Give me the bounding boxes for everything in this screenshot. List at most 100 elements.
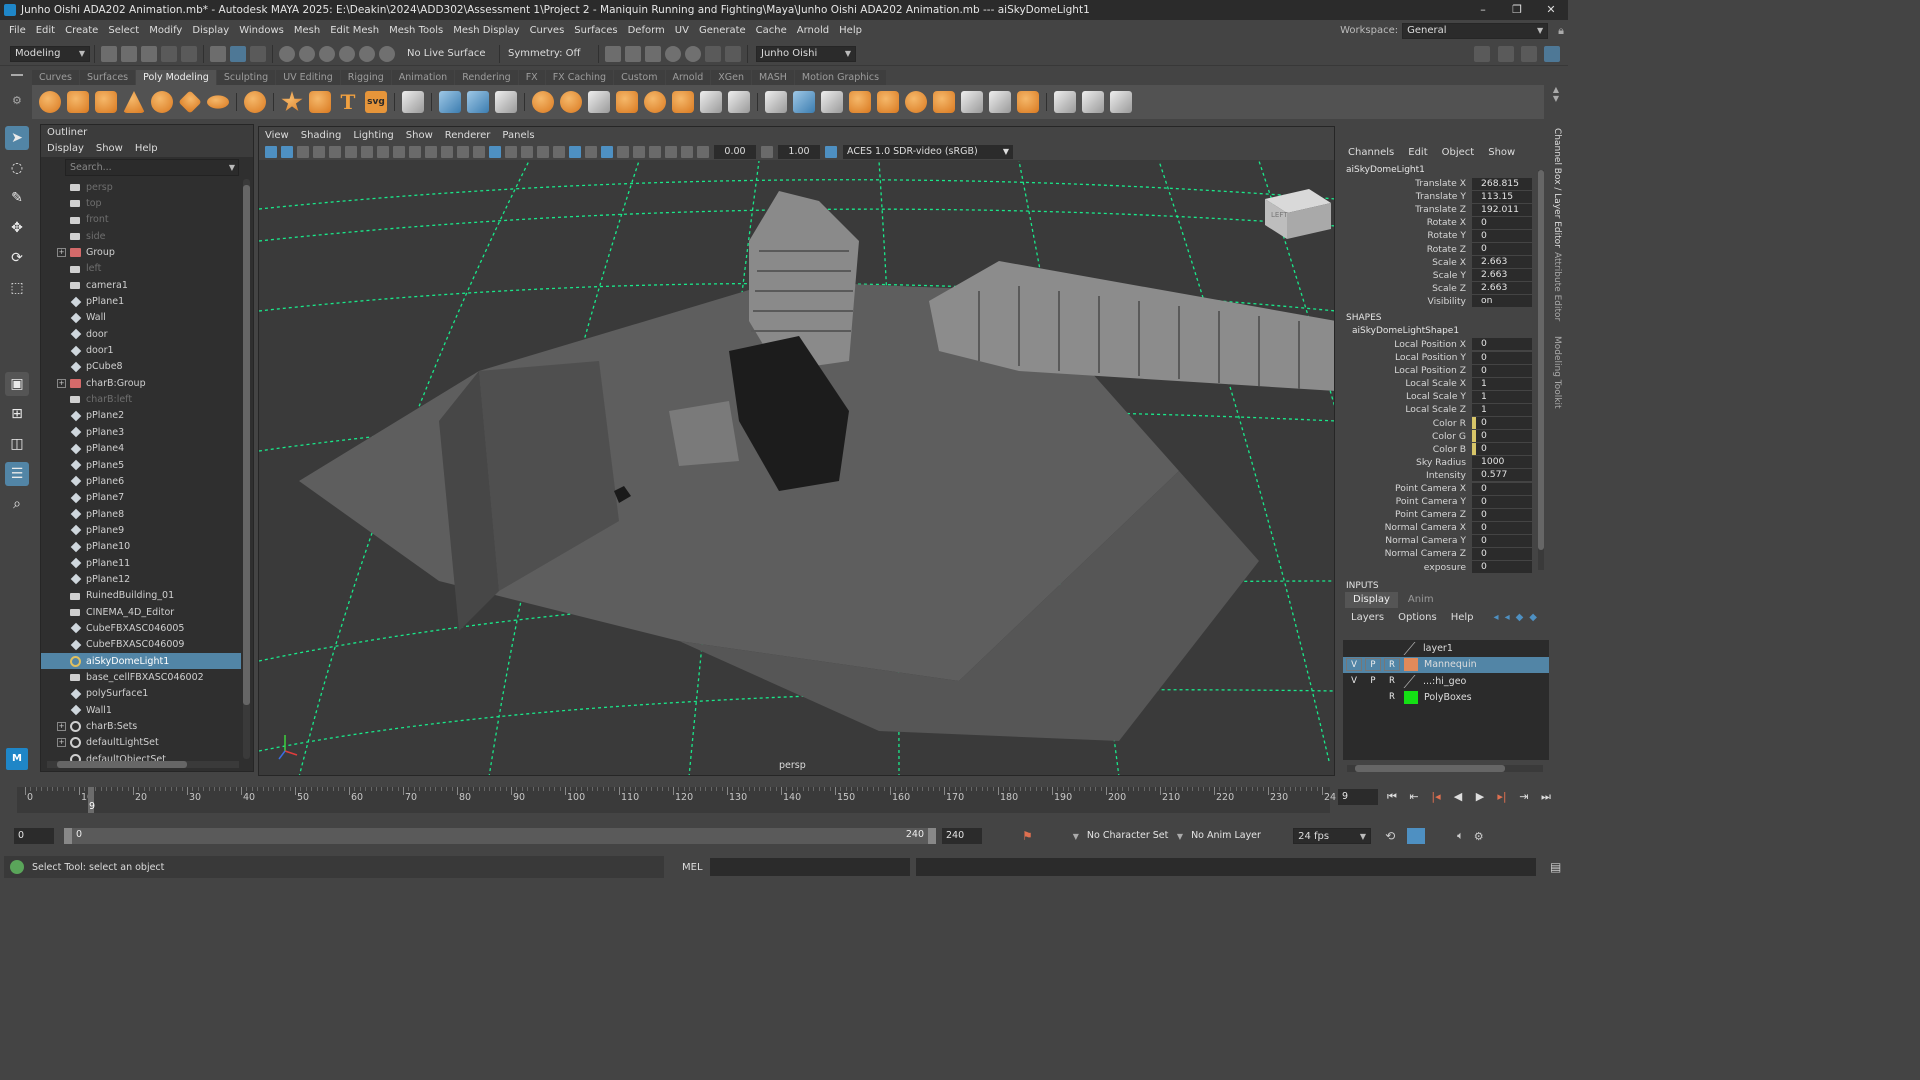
channel-name[interactable]: Rotate X (1340, 217, 1472, 228)
boolean-icon[interactable] (644, 91, 666, 113)
tab-arnold[interactable]: Arnold (665, 70, 711, 85)
snap-curve-icon[interactable] (299, 45, 315, 62)
tab-mash[interactable]: MASH (752, 70, 794, 85)
render-settings-icon[interactable] (665, 45, 681, 62)
pause-icon[interactable] (725, 45, 741, 62)
poly-cube-icon[interactable] (67, 91, 89, 113)
tab-sculpting[interactable]: Sculpting (216, 70, 276, 85)
expand-icon[interactable]: + (57, 722, 66, 732)
channel-name[interactable]: Normal Camera Y (1340, 535, 1472, 546)
tab-rigging[interactable]: Rigging (340, 70, 391, 85)
gate-mask-icon[interactable] (409, 145, 421, 158)
outliner-menu-display[interactable]: Display (47, 143, 84, 154)
screen-space-ao-icon[interactable] (585, 145, 597, 158)
select-component-icon[interactable] (250, 45, 266, 62)
outliner-item[interactable]: charB:left (41, 391, 241, 407)
extrude-icon[interactable] (588, 91, 610, 113)
channel-name[interactable]: Normal Camera X (1340, 522, 1472, 533)
camera-attributes-icon[interactable] (281, 145, 293, 158)
lasso-tool-icon[interactable]: ◌ (5, 156, 29, 180)
image-plane-icon[interactable] (313, 145, 325, 158)
channel-name[interactable]: Point Camera Z (1340, 509, 1472, 520)
view-transform-dropdown[interactable]: ACES 1.0 SDR-video (sRGB) ▼ (843, 144, 1013, 159)
poly-helix-icon[interactable] (309, 91, 331, 113)
anti-aliasing-icon[interactable] (617, 145, 629, 158)
menu-mesh-tools[interactable]: Mesh Tools (384, 25, 448, 36)
outliner-item[interactable]: door (41, 326, 241, 342)
gamma-field[interactable]: 1.00 (778, 144, 820, 159)
menu-uv[interactable]: UV (670, 25, 694, 36)
multi-cut-icon[interactable] (793, 91, 815, 113)
menu-windows[interactable]: Windows (234, 25, 289, 36)
channel-name[interactable]: exposure (1340, 562, 1472, 573)
channel-row[interactable]: Scale X 2.663 (1340, 256, 1550, 269)
move-layer-up-icon[interactable]: ◂ (1494, 612, 1505, 623)
sound-icon[interactable]: 🔈︎ (1457, 829, 1464, 843)
persp-graph-layout-icon[interactable]: ◫ (5, 432, 29, 456)
channel-value-field[interactable]: 1 (1472, 390, 1532, 403)
layer-menu-options[interactable]: Options (1398, 612, 1437, 623)
tab-animation[interactable]: Animation (391, 70, 455, 85)
poly-disc-icon[interactable] (207, 95, 229, 109)
color-management-icon[interactable] (825, 145, 837, 158)
outliner-item[interactable]: + charB:Sets (41, 718, 241, 734)
channel-name[interactable]: Local Position Z (1340, 365, 1472, 376)
redo-icon[interactable] (181, 45, 197, 62)
select-hierarchy-icon[interactable] (210, 45, 226, 62)
channelbox-menu-object[interactable]: Object (1442, 147, 1475, 158)
scene-view[interactable]: LEFT (259, 161, 1335, 776)
go-to-end-icon[interactable]: ⏭ (1538, 789, 1554, 805)
channel-row[interactable]: Normal Camera Z0 (1340, 547, 1550, 560)
menu-edit-mesh[interactable]: Edit Mesh (325, 25, 384, 36)
hypershade-icon[interactable] (685, 45, 701, 62)
channel-value-field[interactable]: 2.663 (1472, 269, 1532, 282)
channelbox-scrollbar[interactable] (1538, 170, 1544, 570)
poly-cylinder-icon[interactable] (95, 91, 117, 113)
tab-fx-caching[interactable]: FX Caching (545, 70, 614, 85)
outliner-item[interactable]: Wall1 (41, 702, 241, 718)
chevron-down-icon[interactable]: ▼ (1177, 832, 1183, 841)
menu-display[interactable]: Display (187, 25, 234, 36)
channel-row[interactable]: Local Position X0 (1340, 338, 1550, 351)
poly-platonic-icon[interactable] (244, 91, 266, 113)
character-set-dropdown[interactable]: No Character Set (1082, 828, 1173, 844)
channel-name[interactable]: Local Position Y (1340, 352, 1472, 363)
exposure-icon[interactable] (697, 145, 709, 158)
channel-row[interactable]: exposure 0 (1340, 561, 1550, 574)
tab-display-layers[interactable]: Display (1345, 592, 1398, 608)
channel-row[interactable]: Translate Z 192.011 (1340, 203, 1550, 216)
outliner-item[interactable]: camera1 (41, 277, 241, 293)
channel-value-field[interactable]: 2.663 (1472, 256, 1532, 269)
textured-icon[interactable] (537, 145, 549, 158)
layer-toggle-p[interactable] (1365, 642, 1381, 655)
motion-blur-icon[interactable] (601, 145, 613, 158)
channel-value-field[interactable]: 0 (1472, 495, 1532, 508)
menu-help[interactable]: Help (834, 25, 867, 36)
channel-row[interactable]: Translate X 268.815 (1340, 177, 1550, 190)
channel-name[interactable]: Point Camera Y (1340, 496, 1472, 507)
channel-name[interactable]: Scale X (1340, 257, 1472, 268)
side-tab-attribute-editor[interactable]: Attribute Editor (1552, 252, 1562, 332)
viewport-menu-shading[interactable]: Shading (301, 130, 342, 141)
separate-icon[interactable] (467, 91, 489, 113)
wireframe-on-shaded-icon[interactable] (521, 145, 533, 158)
field-chart-icon[interactable] (425, 145, 437, 158)
channel-row[interactable]: Point Camera Y0 (1340, 495, 1550, 508)
menu-generate[interactable]: Generate (694, 25, 751, 36)
scroll-thumb[interactable] (243, 185, 250, 705)
channel-value-field[interactable]: 0 (1472, 243, 1532, 256)
outliner-item[interactable]: aiSkyDomeLight1 (41, 652, 241, 670)
reduce-icon[interactable] (560, 91, 582, 113)
snap-grid-icon[interactable] (279, 45, 295, 62)
viewport-menu-renderer[interactable]: Renderer (445, 130, 491, 141)
chevron-down-icon[interactable]: ▼ (229, 160, 235, 175)
channel-name[interactable]: Color R (1340, 418, 1472, 429)
layer-row[interactable]: R PolyBoxes (1343, 690, 1549, 707)
outliner-item[interactable]: pPlane9 (41, 522, 241, 538)
outliner-menu-show[interactable]: Show (96, 143, 123, 154)
tab-anim-layers[interactable]: Anim (1400, 592, 1442, 608)
chamfer-icon[interactable] (933, 91, 955, 113)
chevron-down-icon[interactable]: ▼ (1073, 832, 1079, 841)
menu-arnold[interactable]: Arnold (792, 25, 834, 36)
new-scene-icon[interactable] (101, 45, 117, 62)
